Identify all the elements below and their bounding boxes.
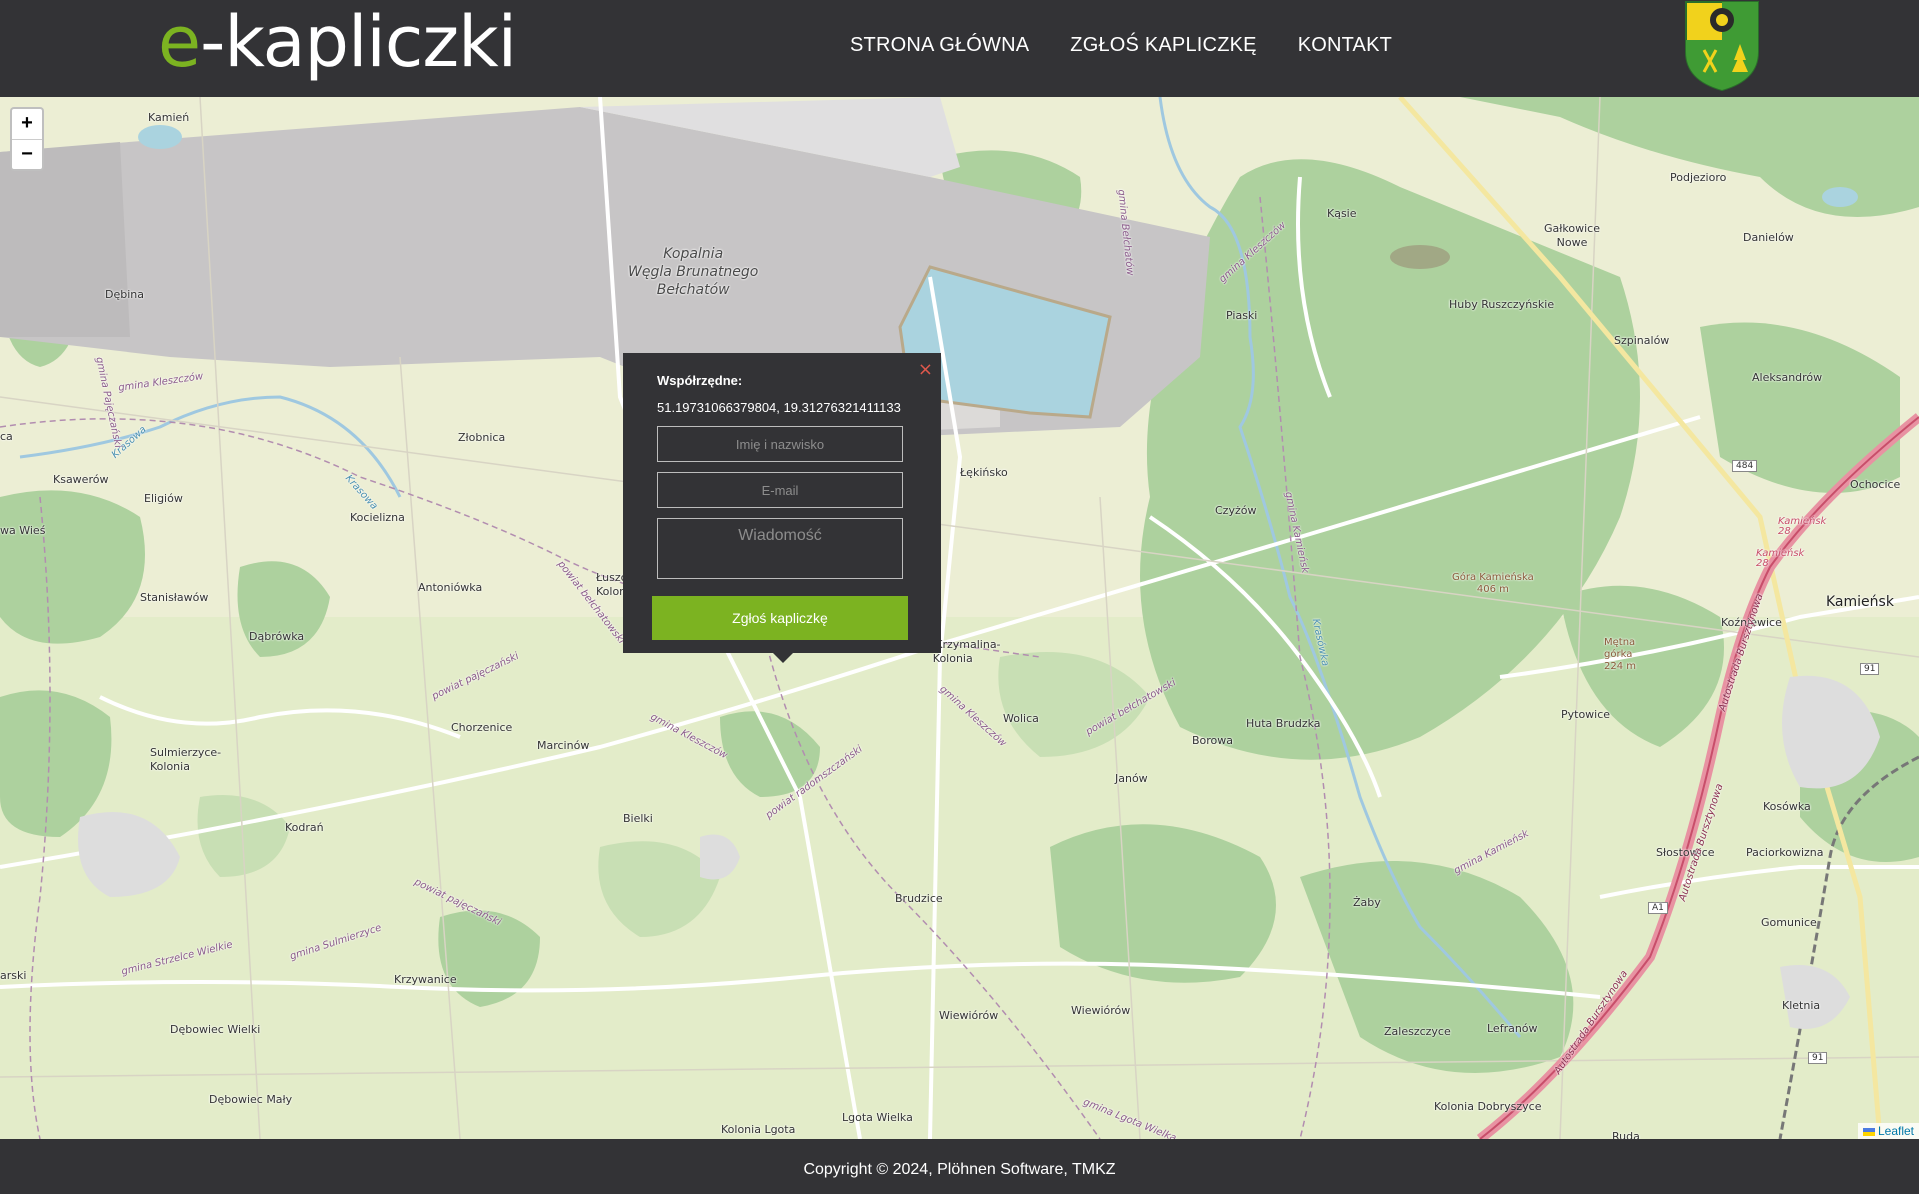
place-label: Krzywanice (394, 973, 457, 986)
logo-e: e (158, 1, 201, 83)
place-label: Kocielizna (350, 511, 405, 524)
place-label: arski (0, 969, 27, 982)
place-label: Kamieńsk (1826, 594, 1894, 610)
zoom-out-button[interactable]: − (12, 139, 42, 169)
place-label: Kolonia Dobryszyce (1434, 1100, 1542, 1113)
road-ref: 91 (1808, 1052, 1828, 1064)
place-label: Danielów (1743, 231, 1794, 244)
road-ref: A1 (1648, 902, 1668, 914)
place-label: Lgota Wielka (842, 1111, 913, 1124)
admin-label: Kamieńsk 28 (1756, 548, 1805, 569)
place-label: Brudzice (895, 892, 943, 905)
ukraine-flag-icon (1862, 1127, 1875, 1136)
map-view[interactable]: Kamień Dębina Złobnica Ksawerów Eligiów … (0, 97, 1919, 1139)
place-label: Huby Ruszczyńskie (1449, 298, 1555, 311)
place-label: Aleksandrów (1752, 371, 1823, 384)
place-label: Ksawerów (53, 473, 109, 486)
place-label: Gałkowice Nowe (1544, 222, 1600, 249)
place-label: Piaski (1226, 309, 1258, 322)
map-attribution: Leaflet (1857, 1123, 1919, 1139)
place-label: Góra Kamieńska 406 m (1452, 572, 1534, 595)
main-nav: STRONA GŁÓWNA ZGŁOŚ KAPLICZKĘ KONTAKT (850, 34, 1392, 57)
nav-report-link[interactable]: ZGŁOŚ KAPLICZKĘ (1070, 34, 1256, 57)
place-label: Kletnia (1782, 999, 1821, 1012)
place-label: Lefranów (1487, 1022, 1538, 1035)
place-label: Wiewiórów (1071, 1004, 1131, 1017)
place-label: Czyżów (1215, 504, 1257, 517)
place-label: Dąbrówka (249, 630, 305, 643)
place-label: Sulmierzyce- Kolonia (150, 746, 222, 773)
place-label: Łękińsko (960, 466, 1008, 479)
nav-home-link[interactable]: STRONA GŁÓWNA (850, 34, 1029, 57)
site-header: e-kapliczki STRONA GŁÓWNA ZGŁOŚ KAPLICZK… (0, 0, 1919, 97)
place-label: Huta Brudzka (1246, 717, 1321, 730)
place-label: wa Wieś (0, 524, 46, 537)
place-label: Chorzenice (451, 721, 513, 734)
place-label: Wolica (1003, 712, 1039, 725)
name-field[interactable] (657, 426, 903, 462)
zoom-control: + − (10, 107, 44, 171)
message-field[interactable] (657, 518, 903, 579)
place-label: Borowa (1192, 734, 1234, 747)
road-ref: 484 (1732, 460, 1758, 472)
place-label: Wiewiórów (939, 1009, 999, 1022)
coords-label: Współrzędne: (657, 373, 743, 388)
popup-tip (773, 653, 793, 663)
nav-contact-link[interactable]: KONTAKT (1298, 34, 1392, 57)
place-label: ca (0, 430, 13, 443)
place-label: Żaby (1353, 896, 1381, 909)
place-label: Kąsie (1327, 207, 1357, 220)
place-label: Eligiów (144, 492, 183, 505)
place-label: Złobnica (458, 431, 506, 444)
place-label: Kopalnia Węgla Brunatnego Bełchatów (628, 246, 759, 298)
place-label: Janów (1115, 772, 1148, 785)
place-label: Antoniówka (418, 581, 483, 594)
place-label: Mętna górka 224 m (1604, 637, 1637, 672)
place-label: Podjezioro (1670, 171, 1727, 184)
place-label: Bielki (623, 812, 653, 825)
place-label: Ochocice (1850, 478, 1901, 491)
place-label: Kosówka (1763, 800, 1811, 813)
admin-label: Kamieńsk 28 (1778, 516, 1827, 537)
place-label: Ruda (1612, 1130, 1640, 1139)
report-popup: × Współrzędne: 51.19731066379804, 19.312… (623, 353, 941, 663)
coat-of-arms-icon (1685, 1, 1759, 92)
place-label: Paciorkowizna (1746, 846, 1824, 859)
place-label: Gomunice (1761, 916, 1817, 929)
place-label: Zaleszczyce (1384, 1025, 1451, 1038)
logo-text: -kapliczki (200, 1, 517, 83)
leaflet-link[interactable]: Leaflet (1878, 1124, 1914, 1138)
place-label: Marcinów (537, 739, 590, 752)
road-ref: 91 (1860, 663, 1880, 675)
zoom-in-button[interactable]: + (12, 109, 42, 139)
email-field[interactable] (657, 472, 903, 508)
place-label: Kolonia Lgota (721, 1123, 796, 1136)
place-label: Szpinalów (1614, 334, 1670, 347)
place-label: Dębowiec Wielki (170, 1023, 261, 1036)
place-label: Stanisławów (140, 591, 209, 604)
copyright-text: Copyright © 2024, Plöhnen Software, TMKZ (803, 1161, 1116, 1178)
map-tiles (0, 97, 1919, 1139)
close-icon[interactable]: × (918, 359, 933, 380)
place-label: Pytowice (1561, 708, 1611, 721)
coords-value: 51.19731066379804, 19.31276321411133 (657, 400, 901, 415)
site-logo[interactable]: e-kapliczki (158, 1, 517, 83)
place-label: Kodrań (285, 821, 324, 834)
place-label: Dębina (105, 288, 144, 301)
submit-report-button[interactable]: Zgłoś kapliczkę (652, 596, 908, 640)
place-label: Dębowiec Mały (209, 1093, 293, 1106)
place-label: Kamień (148, 111, 190, 124)
place-label: Słostowice (1656, 846, 1715, 859)
site-footer: Copyright © 2024, Plöhnen Software, TMKZ (0, 1139, 1919, 1194)
